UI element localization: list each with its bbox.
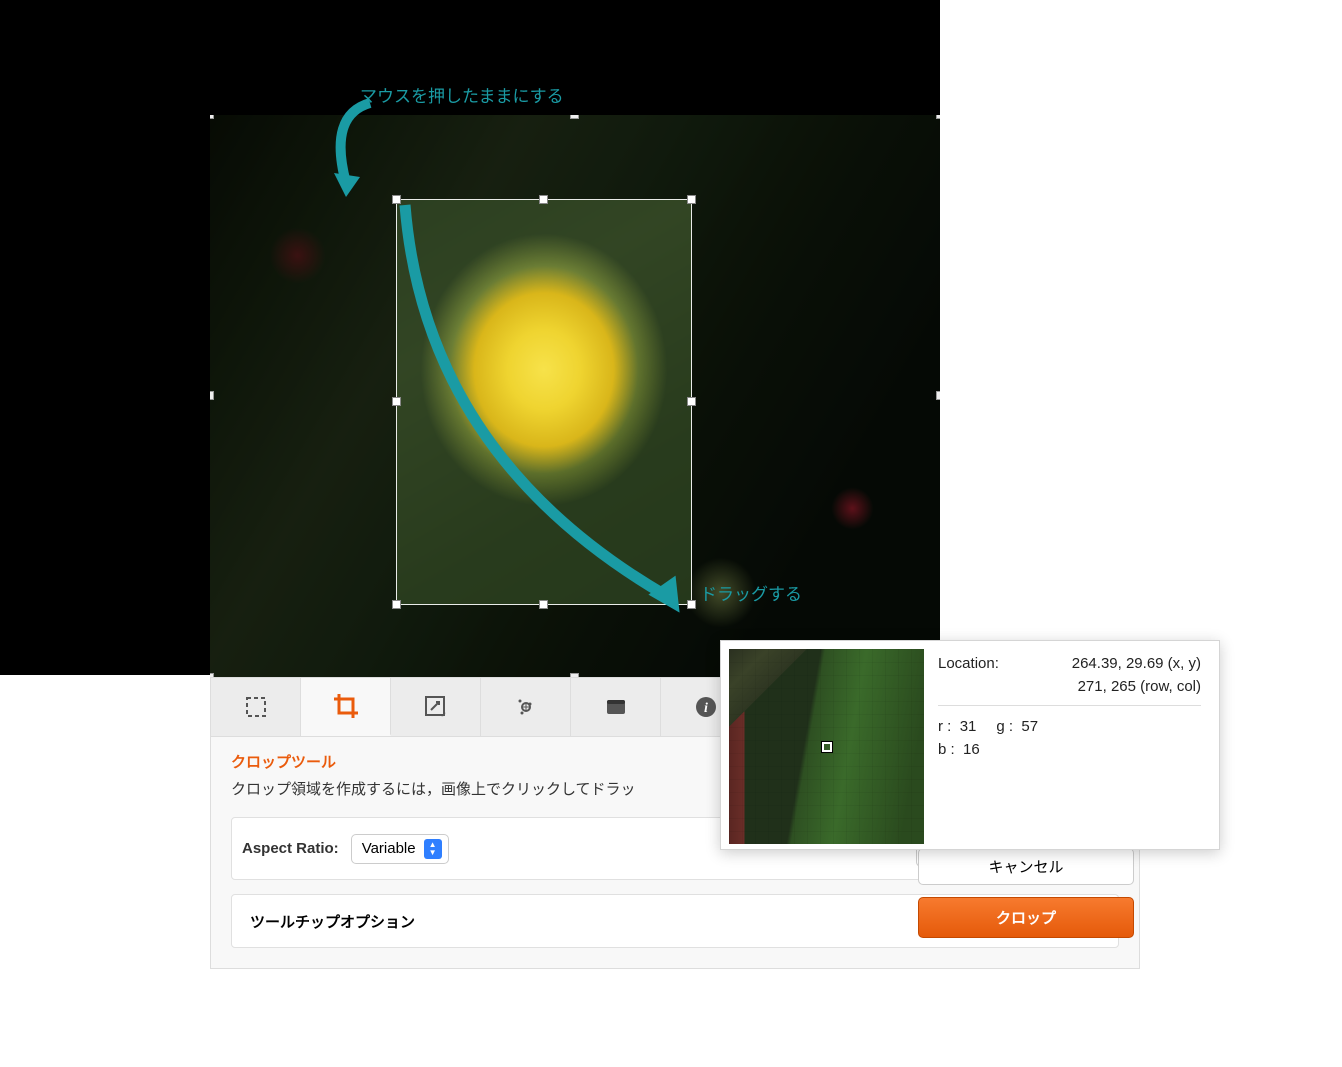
location-rowcol: 271, 265 (row, col) <box>1018 678 1201 695</box>
viewport-handle[interactable] <box>936 391 940 400</box>
b-value: 16 <box>963 741 980 758</box>
crop-handle-bm[interactable] <box>539 600 548 609</box>
tooltip-options-label: ツールチップオプション <box>250 911 415 932</box>
selection-icon <box>244 695 268 719</box>
zoom-cursor-icon <box>822 742 832 752</box>
tab-crop[interactable] <box>301 678 391 736</box>
crop-button[interactable]: クロップ <box>918 897 1134 938</box>
viewport-handle[interactable] <box>210 115 214 119</box>
aspect-ratio-label: Aspect Ratio: <box>242 840 339 857</box>
zoom-preview <box>729 649 924 844</box>
location-label: Location: <box>938 655 1018 672</box>
arrow-press-hold-icon <box>300 95 415 205</box>
viewport-handle[interactable] <box>570 115 579 119</box>
aspect-ratio-select[interactable]: Variable ▲▼ <box>351 834 449 864</box>
window-icon <box>603 694 629 720</box>
crop-selection[interactable] <box>396 199 692 605</box>
g-value: 57 <box>1021 718 1038 735</box>
annotation-drag: ドラッグする <box>700 580 802 605</box>
crop-handle-tm[interactable] <box>539 195 548 204</box>
pixel-tooltip: Location: 264.39, 29.69 (x, y) 271, 265 … <box>720 640 1220 850</box>
crop-handle-br[interactable] <box>687 600 696 609</box>
tab-selection[interactable] <box>211 678 301 736</box>
action-buttons: キャンセル クロップ <box>910 840 1142 946</box>
tab-point[interactable] <box>481 678 571 736</box>
crop-handle-tr[interactable] <box>687 195 696 204</box>
tooltip-info: Location: 264.39, 29.69 (x, y) 271, 265 … <box>938 649 1211 841</box>
svg-text:i: i <box>704 701 708 716</box>
info-icon: i <box>694 695 718 719</box>
crop-handle-mr[interactable] <box>687 397 696 406</box>
crop-handle-bl[interactable] <box>392 600 401 609</box>
aspect-ratio-value: Variable <box>362 840 416 857</box>
select-stepper-icon: ▲▼ <box>424 839 442 859</box>
tab-misc[interactable] <box>571 678 661 736</box>
location-xy: 264.39, 29.69 (x, y) <box>1018 655 1201 672</box>
r-label: r : <box>938 718 951 735</box>
g-label: g : <box>996 718 1013 735</box>
point-icon <box>513 694 539 720</box>
black-bg-left <box>0 0 210 675</box>
tab-resize[interactable] <box>391 678 481 736</box>
crop-icon <box>332 692 360 720</box>
b-label: b : <box>938 741 955 758</box>
r-value: 31 <box>960 718 977 735</box>
divider <box>938 705 1201 706</box>
viewport-handle[interactable] <box>210 391 214 400</box>
crop-handle-ml[interactable] <box>392 397 401 406</box>
cancel-button[interactable]: キャンセル <box>918 848 1134 885</box>
resize-icon <box>423 694 449 720</box>
viewport-handle[interactable] <box>936 115 940 119</box>
